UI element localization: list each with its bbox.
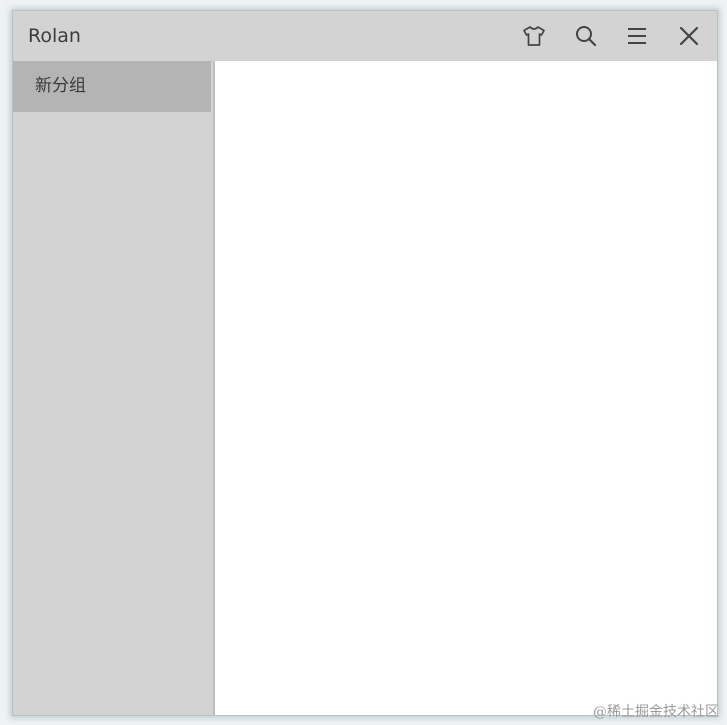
search-button[interactable] (570, 20, 602, 52)
skin-button[interactable] (518, 20, 550, 52)
shirt-icon (521, 24, 547, 48)
sidebar-item-label: 新分组 (35, 76, 86, 96)
app-title: Rolan (28, 25, 81, 47)
menu-icon (625, 25, 649, 47)
titlebar[interactable]: Rolan (13, 11, 717, 61)
menu-button[interactable] (621, 20, 653, 52)
search-icon (574, 24, 598, 48)
sidebar-item-new-group[interactable]: 新分组 (13, 61, 211, 112)
screenshot-frame: Rolan 新分组 @稀土掘金技术社区 (0, 0, 727, 725)
close-button[interactable] (673, 20, 705, 52)
watermark-text: @稀土掘金技术社区 (593, 704, 719, 720)
close-icon (677, 24, 701, 48)
group-sidebar: 新分组 (13, 61, 215, 715)
app-window: Rolan 新分组 (12, 10, 718, 716)
main-content-area[interactable] (215, 61, 717, 715)
